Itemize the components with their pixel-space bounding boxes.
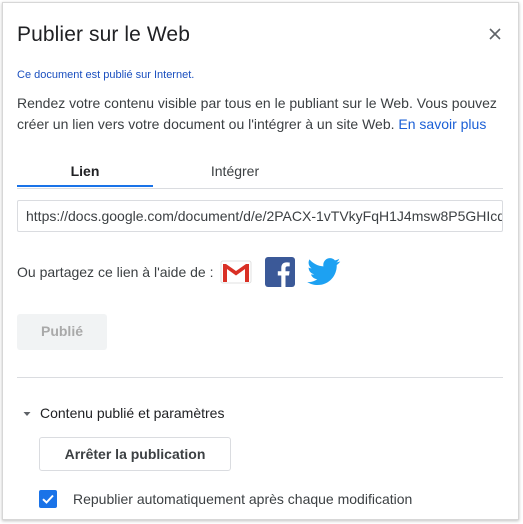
publish-status: Ce document est publié sur Internet.	[17, 69, 195, 81]
auto-republish-checkbox[interactable]	[39, 490, 57, 508]
share-label: Ou partagez ce lien à l'aide de :	[17, 264, 214, 280]
checkmark-icon	[42, 494, 54, 504]
gmail-icon[interactable]	[219, 255, 253, 289]
dialog-title: Publier sur le Web	[17, 23, 190, 46]
share-row: Ou partagez ce lien à l'aide de :	[17, 255, 351, 289]
facebook-icon[interactable]	[263, 255, 297, 289]
caret-down-icon	[21, 407, 33, 419]
tab-embed[interactable]: Intégrer	[167, 158, 303, 187]
section-divider	[17, 377, 503, 378]
published-link-field[interactable]: https://docs.google.com/document/d/e/2PA…	[17, 200, 503, 232]
tab-bar: Lien Intégrer	[17, 158, 503, 189]
close-icon[interactable]	[484, 23, 506, 45]
tab-link[interactable]: Lien	[17, 158, 153, 187]
dialog-description: Rendez votre contenu visible par tous en…	[17, 93, 503, 135]
learn-more-link[interactable]: En savoir plus	[398, 116, 486, 132]
auto-republish-label: Republier automatiquement après chaque m…	[73, 491, 413, 507]
twitter-icon[interactable]	[307, 255, 341, 289]
section-title: Contenu publié et paramètres	[40, 405, 225, 421]
stop-publishing-button[interactable]: Arrêter la publication	[39, 437, 231, 471]
published-button: Publié	[17, 314, 107, 350]
auto-republish-row: Republier automatiquement après chaque m…	[39, 490, 412, 508]
published-settings-toggle[interactable]: Contenu publié et paramètres	[21, 405, 224, 421]
publish-dialog: Publier sur le Web Ce document est publi…	[2, 2, 519, 520]
